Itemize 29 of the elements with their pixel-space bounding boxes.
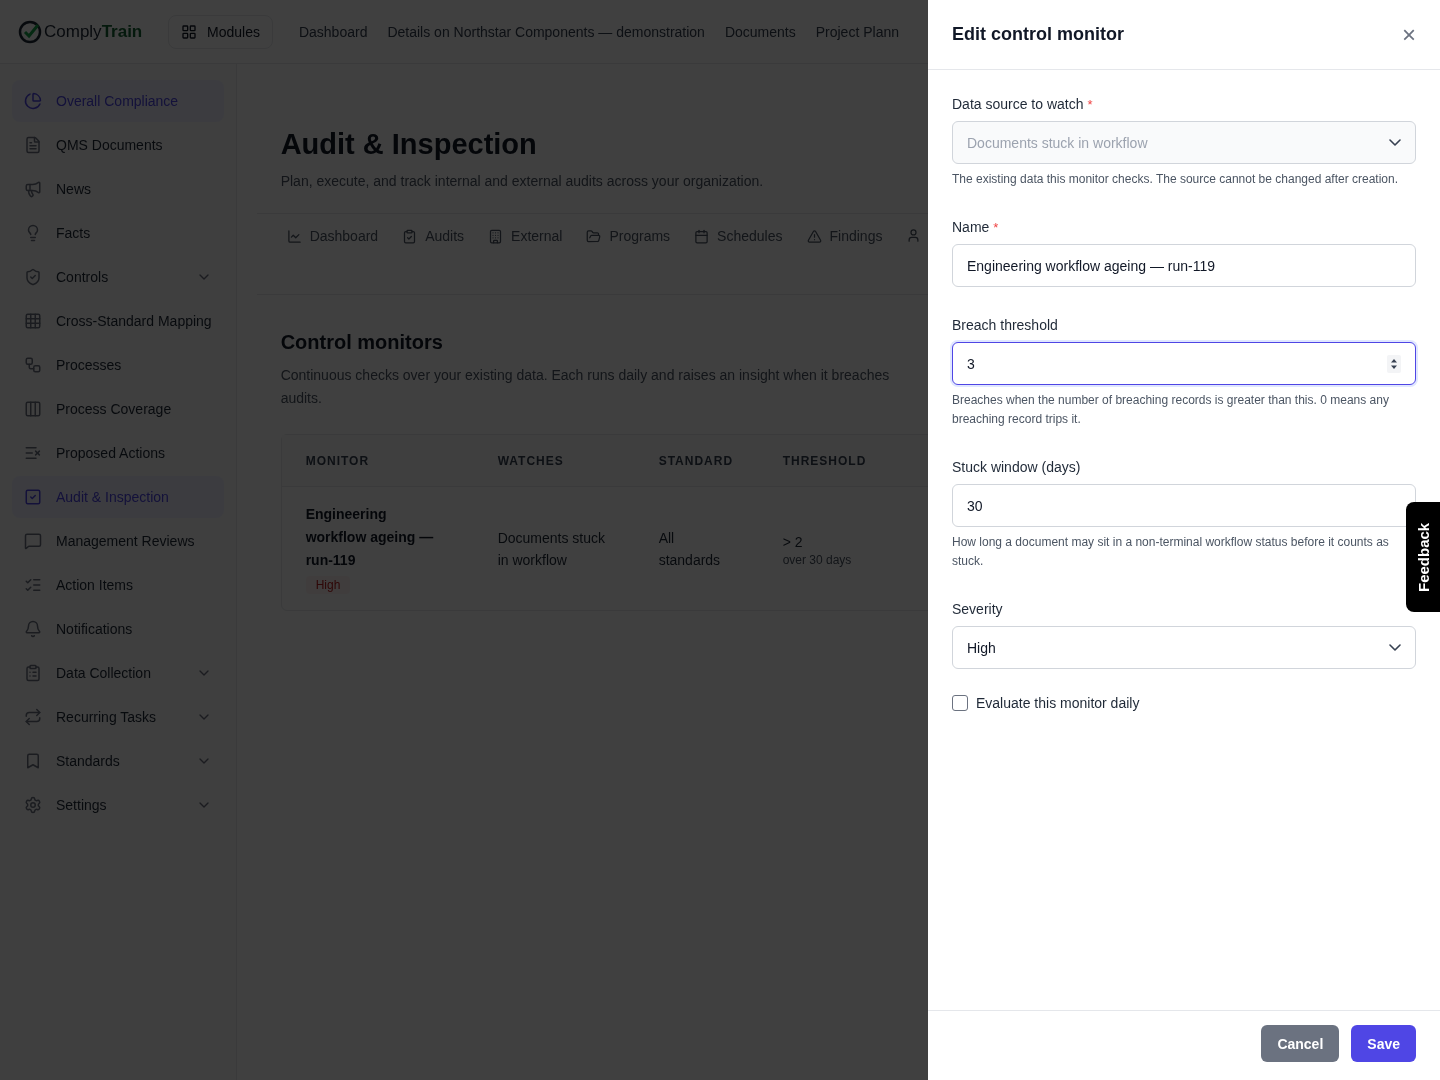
page-title: Audit & Inspection: [280, 128, 538, 161]
spinner-icon: [1387, 354, 1401, 373]
field-label: Name *: [952, 219, 1000, 235]
drawer-title: Edit control monitor: [952, 24, 1124, 45]
input-field[interactable]: Engineering workflow ageing — run-119: [952, 244, 1416, 287]
help-text: The existing data this monitor checks. The source cannot be changed after creation.: [952, 171, 1400, 188]
save-button[interactable]: Save: [1351, 1025, 1416, 1062]
table-cell-text: All standards: [658, 528, 722, 570]
help-text: How long a document may sit in a non-terminal workflow status before it counts as stuck.: [952, 534, 1390, 570]
field-label: Breach threshold: [952, 317, 1059, 333]
help-text: Breaches when the number of breaching records is greater than this. 0 means any breaching record trips it.: [952, 392, 1390, 428]
table-cell-text: Documents stuck in workflow: [497, 528, 606, 570]
input-field[interactable]: 3: [952, 342, 1416, 385]
threshold-value: > 2: [782, 533, 803, 550]
feedback-tab[interactable]: Feedback: [1406, 502, 1440, 612]
field-label: Stuck window (days): [952, 459, 1082, 475]
section-title: Control monitors: [280, 331, 444, 354]
monitor-name: Engineering workflow ageing — run-119: [305, 505, 435, 570]
input-field[interactable]: 30: [952, 484, 1416, 527]
select-field[interactable]: High: [952, 626, 1416, 669]
cancel-button[interactable]: Cancel: [1261, 1025, 1340, 1062]
checkbox-label: Evaluate this monitor daily: [976, 695, 1140, 711]
field-label: Data source to watch *: [952, 96, 1094, 112]
chevron-down-icon: [1389, 139, 1401, 146]
close-button[interactable]: ×: [1402, 22, 1416, 47]
chevron-down-icon: [1389, 644, 1401, 651]
checkbox[interactable]: [952, 695, 968, 711]
logo-text: ComplyTrain: [44, 21, 143, 42]
field-label: Severity: [952, 601, 1004, 617]
